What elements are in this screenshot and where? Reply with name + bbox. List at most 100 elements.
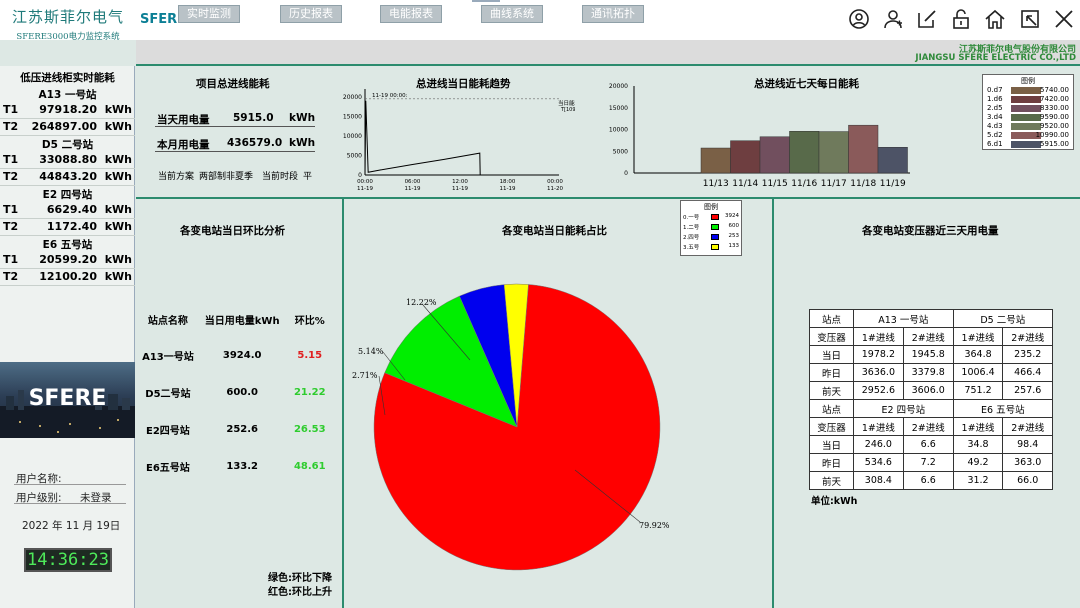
table-cell: 2#进线 bbox=[902, 417, 954, 436]
x-tick-label: 11/15 bbox=[762, 179, 788, 189]
x-tick-label: 11/17 bbox=[821, 179, 847, 189]
user-circle-icon[interactable] bbox=[848, 8, 870, 30]
section-divider bbox=[342, 199, 344, 608]
pie-chart-legend: 图例 0.一号 3924 1.二号 600 2.四号 253 3.五号 133 bbox=[680, 200, 742, 256]
divider bbox=[14, 484, 126, 485]
table-cell: 49.2 bbox=[952, 453, 1004, 472]
legend-item: 1.二号 600 bbox=[683, 223, 739, 231]
bar bbox=[848, 124, 879, 174]
table-row: 站点 E2 四号站 E6 五号站 bbox=[809, 399, 1054, 418]
x-tick-label: 11-19 bbox=[500, 186, 516, 192]
legend-item: 2.四号 253 bbox=[683, 233, 739, 241]
x-tick-label: 00:00 bbox=[357, 179, 373, 185]
trend-chart: 0500010000150002000000:0011-1906:0011-19… bbox=[343, 89, 575, 192]
legend-item: 5.d2 10990.00 bbox=[987, 131, 1069, 139]
tab-energy-report[interactable]: 电能报表 bbox=[380, 5, 442, 23]
total-section-title: 项目总进线能耗 bbox=[196, 78, 270, 90]
table-row: 前天 308.4 6.6 31.2 66.0 bbox=[809, 471, 1053, 490]
pie-percent-label: 2.71% bbox=[352, 371, 378, 380]
table-cell: 34.8 bbox=[952, 435, 1004, 454]
energy-row: T1 33088.80 kWh bbox=[0, 152, 135, 169]
energy-row: T2 12100.20 kWh bbox=[0, 269, 135, 286]
station-name: A13 一号站 bbox=[38, 89, 97, 101]
table-cell: 当日 bbox=[809, 345, 854, 364]
y-tick-label: 10000 bbox=[343, 133, 362, 140]
users-icon[interactable] bbox=[882, 8, 904, 30]
bar bbox=[759, 136, 790, 174]
pie-chart bbox=[373, 283, 661, 571]
table-cell: 66.0 bbox=[1002, 471, 1053, 490]
scheme-label: 当前方案 bbox=[158, 172, 195, 182]
pie-chart-title: 各变电站当日能耗占比 bbox=[502, 225, 607, 237]
table-cell: 6.6 bbox=[902, 471, 954, 490]
x-tick-label: 11-19 bbox=[405, 186, 421, 192]
x-tick-label: 11-19 bbox=[452, 186, 468, 192]
tab-comm-topology[interactable]: 通讯拓扑 bbox=[582, 5, 644, 23]
table-cell: 2#进线 bbox=[1002, 327, 1053, 346]
y-tick-label: 10000 bbox=[609, 127, 628, 134]
pie-percent-label: 5.14% bbox=[358, 347, 384, 356]
tab-realtime[interactable]: 实时监测 bbox=[178, 5, 240, 23]
shrink-icon[interactable] bbox=[1019, 8, 1041, 30]
legend-title: 图例 bbox=[704, 203, 718, 211]
underline bbox=[155, 126, 315, 127]
table-cell: 前天 bbox=[809, 381, 854, 400]
table-cell: 前天 bbox=[809, 471, 854, 490]
unlock-icon[interactable] bbox=[950, 8, 972, 30]
table-cell: 363.0 bbox=[1002, 453, 1053, 472]
table-cell: 昨日 bbox=[809, 453, 854, 472]
energy-row: T2 44843.20 kWh bbox=[0, 169, 135, 186]
table-row: 前天 2952.6 3606.0 751.2 257.6 bbox=[809, 381, 1053, 400]
logo-system-name: SFERE3000电力监控系统 bbox=[16, 32, 120, 42]
table-row: 站点 A13 一号站 D5 二号站 bbox=[809, 309, 1054, 328]
table-cell: 1945.8 bbox=[902, 345, 954, 364]
table-cell: 1006.4 bbox=[952, 363, 1004, 382]
tab-history-report[interactable]: 历史报表 bbox=[280, 5, 342, 23]
table-cell: 昨日 bbox=[809, 363, 854, 382]
tab-curve-system[interactable]: 曲线系统 bbox=[481, 5, 543, 23]
month-usage-value: 436579.0 bbox=[227, 137, 283, 149]
unit-label: 单位:kWh bbox=[811, 496, 858, 507]
legend-item: 3.五号 133 bbox=[683, 243, 739, 251]
close-icon[interactable] bbox=[1053, 8, 1075, 30]
table-cell: 当日 bbox=[809, 435, 854, 454]
y-tick-label: 20000 bbox=[609, 83, 628, 90]
legend-item: 3.d4 9590.00 bbox=[987, 113, 1069, 121]
table-cell: D5 二号站 bbox=[952, 309, 1054, 328]
today-usage-label: 当天用电量 bbox=[157, 114, 210, 126]
x-tick-label: 11-19 bbox=[357, 186, 373, 192]
table-row: D5二号站 600.0 21.22 bbox=[145, 386, 326, 400]
table-cell: 466.4 bbox=[1002, 363, 1053, 382]
transformer-section-title: 各变电站变压器近三天用电量 bbox=[862, 225, 999, 237]
edit-icon[interactable] bbox=[916, 8, 938, 30]
table-row: 当日 1978.2 1945.8 364.8 235.2 bbox=[809, 345, 1053, 364]
table-cell: 2#进线 bbox=[902, 327, 954, 346]
table-cell: 31.2 bbox=[952, 471, 1004, 490]
month-usage-unit: kWh bbox=[289, 137, 316, 149]
table-cell: 235.2 bbox=[1002, 345, 1053, 364]
column-header: 当日用电量kWh bbox=[204, 315, 280, 327]
table-row: A13一号站 3924.0 5.15 bbox=[142, 349, 323, 363]
table-row: E2四号站 252.6 26.53 bbox=[146, 423, 326, 437]
week-chart-legend: 图例 0.d7 5740.00 1.d6 7420.00 2.d5 8330.00 3.d4 9… bbox=[982, 74, 1074, 150]
x-tick-label: 11/14 bbox=[732, 179, 758, 189]
table-cell: E2 四号站 bbox=[852, 399, 954, 418]
table-row: 昨日 534.6 7.2 49.2 363.0 bbox=[809, 453, 1053, 472]
table-cell: 1#进线 bbox=[852, 327, 904, 346]
section-divider bbox=[136, 197, 1080, 199]
column-header: 站点名称 bbox=[147, 315, 188, 327]
bar bbox=[789, 131, 820, 174]
logo-company-name: 江苏斯菲尔电气 bbox=[11, 8, 124, 26]
station-name: E6 五号站 bbox=[42, 239, 93, 251]
table-cell: 6.6 bbox=[902, 435, 954, 454]
cursor-label: 11-19 00:00: bbox=[372, 93, 408, 99]
home-icon[interactable] bbox=[984, 8, 1006, 30]
table-cell: 3379.8 bbox=[902, 363, 954, 382]
period-label: 当前时段 bbox=[262, 172, 299, 182]
underline bbox=[155, 151, 315, 152]
series-legend-name: 当日能耗 bbox=[558, 99, 575, 107]
company-name-en: JIANGSU SFERE ELECTRIC CO.,LTD bbox=[915, 53, 1076, 63]
left-panel-title: 低压进线柜实时能耗 bbox=[20, 72, 115, 84]
x-tick-label: 11/13 bbox=[703, 179, 729, 189]
table-cell: 257.6 bbox=[1002, 381, 1053, 400]
